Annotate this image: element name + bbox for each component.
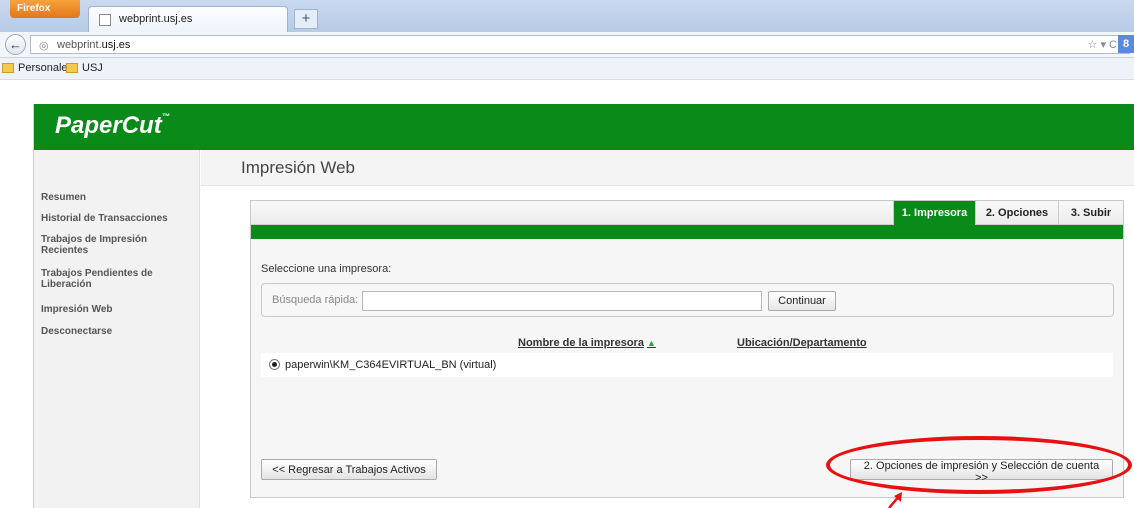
firefox-menu-button[interactable]: Firefox [10,0,80,18]
sidebar-item-impresion-web[interactable]: Impresión Web [41,304,191,315]
url-domain: usj.es [101,39,131,51]
bookmark-label: USJ [82,62,103,74]
sort-ascending-icon: ▲ [646,338,656,348]
search-engine-icon[interactable]: 8 [1118,35,1134,53]
column-header-printer-name[interactable]: Nombre de la impresora ▲ [518,337,656,349]
title-bar: Impresión Web [201,150,1134,186]
step-subir[interactable]: 3. Subir [1058,201,1123,225]
papercut-header: PaperCut™ [34,104,1134,150]
bookmark-label: Personales [18,62,74,74]
page-favicon-icon [99,14,111,26]
site-identity-icon[interactable]: ◎ [39,39,49,52]
browser-tab[interactable]: webprint.usj.es [88,6,288,32]
sidebar: Resumen Historial de Transacciones Traba… [34,150,200,508]
quick-search-box: Búsqueda rápida: Continuar [261,283,1114,317]
printer-row[interactable]: paperwin\KM_C364EVIRTUAL_BN (virtual) [261,353,1113,377]
sidebar-item-desconectarse[interactable]: Desconectarse [41,326,191,337]
page-title: Impresión Web [241,158,356,177]
sidebar-item-resumen[interactable]: Resumen [41,192,191,203]
sidebar-item-trabajos-recientes[interactable]: Trabajos de Impresión Recientes [41,234,161,256]
folder-icon [66,63,78,73]
annotation-oval [826,436,1132,494]
sidebar-item-historial[interactable]: Historial de Transacciones [41,213,191,224]
continuar-button[interactable]: Continuar [768,291,836,311]
printer-radio-button[interactable] [269,359,280,370]
navigation-bar: ← ◎ webprint.usj.es ☆ ▾ C [0,32,1134,58]
quick-search-label: Búsqueda rápida: [272,294,359,306]
url-tools[interactable]: ☆ ▾ C [1088,38,1117,51]
back-to-active-jobs-button[interactable]: << Regresar a Trabajos Activos [261,459,437,480]
step-opciones[interactable]: 2. Opciones [975,201,1058,225]
browser-tab-bar: Firefox webprint.usj.es + [0,0,1134,32]
annotation-arrow-icon [888,492,902,508]
bookmark-personales[interactable]: Personales [2,62,73,74]
select-printer-label: Seleccione una impresora: [261,263,392,275]
bookmark-usj[interactable]: USJ [66,62,103,74]
green-divider [251,225,1123,239]
back-button[interactable]: ← [5,34,26,55]
step-impresora[interactable]: 1. Impresora [893,201,975,225]
sidebar-item-trabajos-pendientes[interactable]: Trabajos Pendientes de Liberación [41,268,161,290]
bookmarks-bar: Personales USJ [0,58,1134,80]
new-tab-button[interactable]: + [294,9,318,29]
url-prefix: webprint. [57,39,102,51]
url-bar[interactable]: ◎ webprint.usj.es ☆ ▾ C [30,35,1130,54]
folder-icon [2,63,14,73]
browser-tab-title: webprint.usj.es [119,13,193,25]
quick-search-input[interactable] [362,291,762,311]
wizard-steps: 1. Impresora 2. Opciones 3. Subir [251,201,1123,225]
papercut-logo: PaperCut™ [55,112,170,139]
column-header-location[interactable]: Ubicación/Departamento [737,337,867,349]
printer-name: paperwin\KM_C364EVIRTUAL_BN (virtual) [285,359,497,371]
